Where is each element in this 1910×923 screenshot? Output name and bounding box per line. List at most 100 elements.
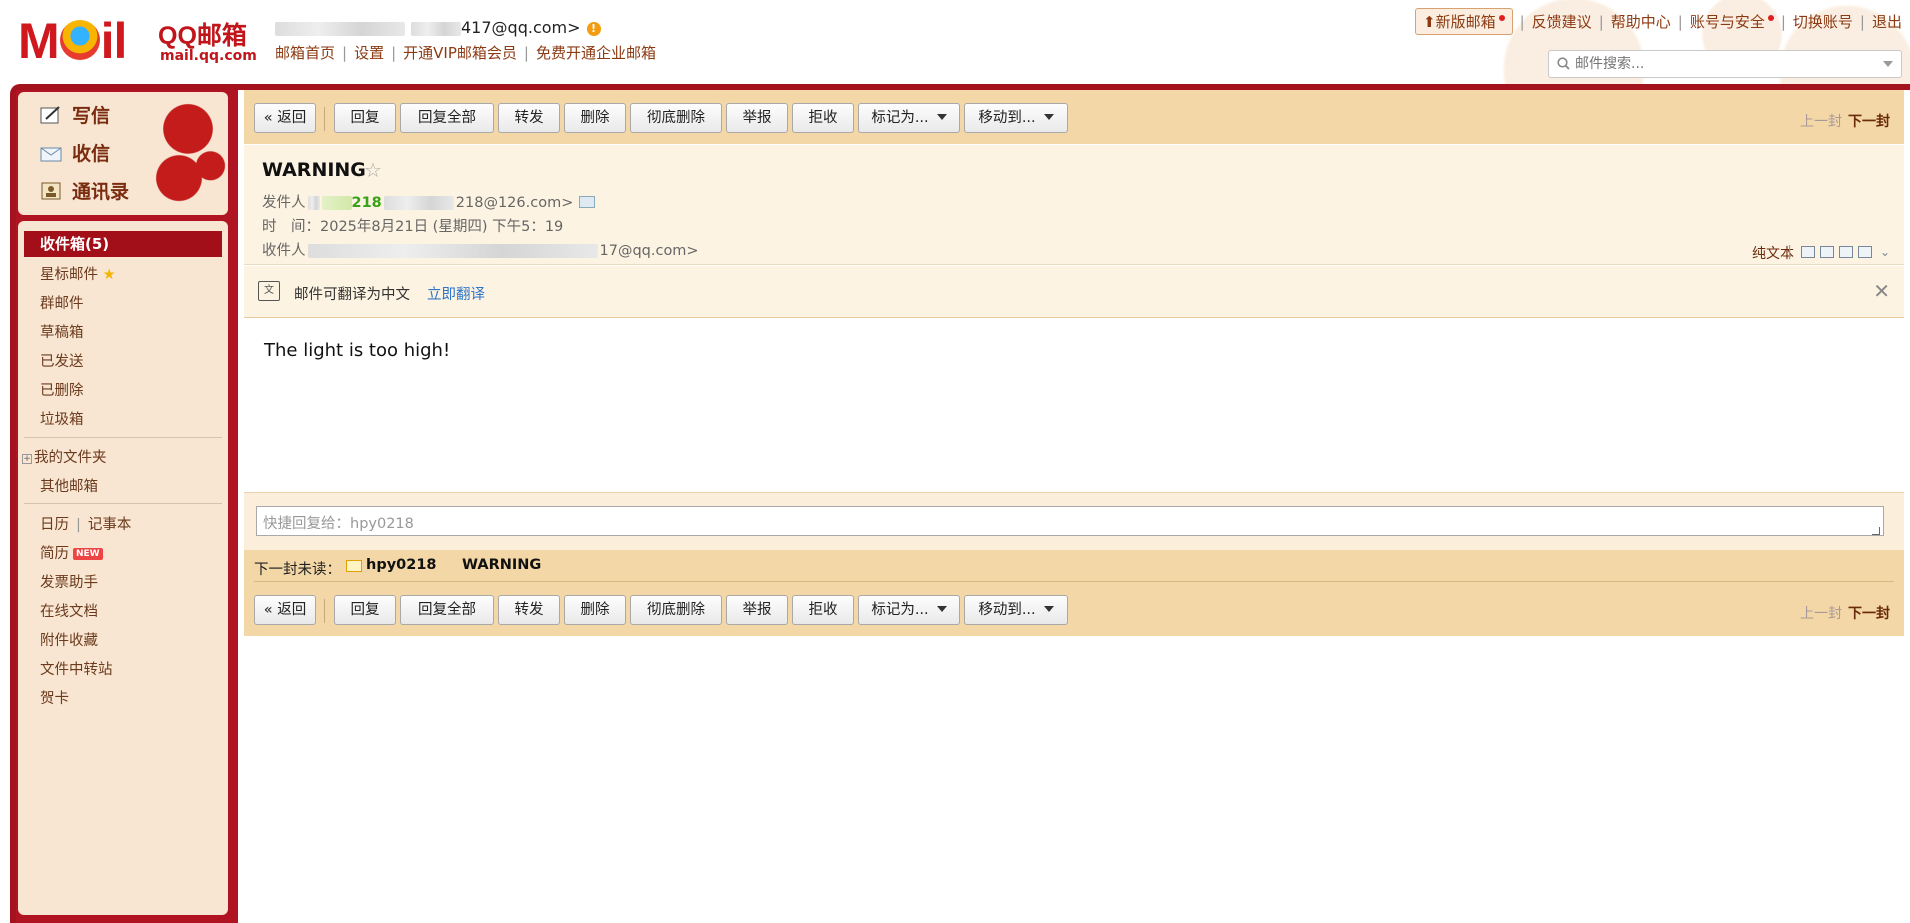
star-icon: ★	[102, 267, 116, 283]
contact-card-icon[interactable]	[579, 196, 596, 208]
translate-now-link[interactable]: 立即翻译	[427, 283, 485, 304]
purge-button[interactable]: 彻底删除	[630, 595, 722, 625]
prev-mail-link[interactable]: 上一封	[1800, 114, 1842, 130]
sidebar-item-deleted[interactable]: 已删除	[40, 379, 84, 400]
new-window-icon[interactable]	[1800, 246, 1815, 258]
back-button[interactable]: « 返回	[254, 103, 316, 133]
move-to-dropdown[interactable]: 移动到...	[964, 103, 1068, 133]
chevron-down-icon	[936, 606, 947, 612]
link-settings[interactable]: 设置	[354, 44, 384, 62]
search-icon	[1557, 57, 1570, 70]
sender-line: 发件人 218 218@126.com>	[262, 191, 596, 212]
next-unread-subject[interactable]: WARNING	[462, 557, 541, 573]
preview-icon[interactable]	[1819, 246, 1834, 258]
sidebar-item-cards[interactable]: 贺卡	[40, 687, 69, 708]
pencil-icon	[40, 106, 60, 124]
sidebar-item-starred[interactable]: 星标邮件 ★	[40, 263, 116, 284]
mail-reader: « 返回 回复 回复全部 转发 删除 彻底删除 举报 拒收 标记为... 移动到…	[244, 90, 1904, 923]
redacted-sender	[321, 196, 352, 210]
next-mail-link[interactable]: 下一封	[1848, 114, 1890, 130]
next-unread-from[interactable]: hpy0218	[366, 557, 437, 573]
account-links: ⬆新版邮箱 | 反馈建议 | 帮助中心 | 账号与安全 | 切换账号 | 退出	[1415, 8, 1902, 35]
recipient-line: 收件人 17@qq.com>	[262, 239, 699, 260]
account-email-suffix: 417@qq.com>	[461, 18, 581, 37]
reply-all-button[interactable]: 回复全部	[400, 103, 494, 133]
contacts-button[interactable]: 通讯录	[40, 178, 129, 206]
link-enterprise[interactable]: 免费开通企业邮箱	[536, 44, 656, 62]
next-mail-link[interactable]: 下一封	[1848, 606, 1890, 622]
sidebar-item-other-mail[interactable]: 其他邮箱	[40, 475, 98, 496]
quick-actions: 写信 收信 通讯录	[18, 92, 228, 215]
purge-button[interactable]: 彻底删除	[630, 103, 722, 133]
mark-as-dropdown[interactable]: 标记为...	[858, 103, 960, 133]
forward-button[interactable]: 转发	[498, 103, 560, 133]
reply-button[interactable]: 回复	[334, 595, 396, 625]
print-icon[interactable]	[1857, 246, 1872, 258]
link-account-security[interactable]: 账号与安全	[1690, 13, 1765, 31]
envelope-icon	[346, 560, 362, 572]
link-switch-account[interactable]: 切换账号	[1793, 13, 1853, 31]
sidebar-item-my-folders[interactable]: + 我的文件夹	[22, 446, 107, 467]
mark-as-dropdown[interactable]: 标记为...	[858, 595, 960, 625]
forward-button[interactable]: 转发	[498, 595, 560, 625]
redacted-account	[411, 21, 461, 36]
logo-domain: mail.qq.com	[160, 48, 257, 64]
link-feedback[interactable]: 反馈建议	[1532, 13, 1592, 31]
delete-button[interactable]: 删除	[564, 103, 626, 133]
report-button[interactable]: 举报	[726, 595, 788, 625]
link-mail-home[interactable]: 邮箱首页	[275, 44, 335, 62]
warning-icon[interactable]: !	[586, 21, 601, 36]
back-button[interactable]: « 返回	[254, 595, 316, 625]
close-icon[interactable]: ✕	[1873, 279, 1890, 303]
download-icon[interactable]	[1838, 246, 1853, 258]
reject-button[interactable]: 拒收	[792, 595, 854, 625]
quick-reply-input[interactable]: 快捷回复给：hpy0218	[256, 506, 1884, 536]
redacted-recipient	[307, 244, 598, 258]
link-help[interactable]: 帮助中心	[1611, 13, 1671, 31]
top-header: Mil QQ邮箱 mail.qq.com 417@qq.com>! 邮箱首页 | 设…	[0, 0, 1910, 86]
reply-all-button[interactable]: 回复全部	[400, 595, 494, 625]
envelope-icon	[40, 147, 62, 162]
folder-nav: 收件箱(5) 星标邮件 ★ 群邮件 草稿箱 已发送 已删除 垃圾箱 + 我的文件夹…	[18, 221, 228, 915]
new-version-button[interactable]: ⬆新版邮箱	[1415, 8, 1513, 35]
sidebar-item-spam[interactable]: 垃圾箱	[40, 408, 84, 429]
link-logout[interactable]: 退出	[1872, 13, 1902, 31]
search-input[interactable]	[1575, 54, 1875, 74]
mail-header: WARNING ☆ 发件人 218 218@126.com> 时 间：2025年8月…	[244, 145, 1904, 265]
qq-mail-logo[interactable]: Mil QQ邮箱 mail.qq.com	[18, 14, 257, 66]
delete-button[interactable]: 删除	[564, 595, 626, 625]
prev-next-nav: 上一封 下一封	[1800, 111, 1890, 131]
sidebar-item-sent[interactable]: 已发送	[40, 350, 84, 371]
chevron-down-icon[interactable]: ⌄	[1880, 245, 1890, 259]
prev-mail-link[interactable]: 上一封	[1800, 606, 1842, 622]
sender-name[interactable]: 218	[352, 195, 382, 211]
move-to-dropdown[interactable]: 移动到...	[964, 595, 1068, 625]
translate-bar: 文 邮件可翻译为中文 立即翻译 ✕	[244, 266, 1904, 318]
mail-search[interactable]	[1548, 50, 1902, 78]
sidebar-item-calendar[interactable]: 日历	[40, 517, 69, 533]
sidebar-item-transfer[interactable]: 文件中转站	[40, 658, 113, 679]
next-unread-bar: 下一封未读： hpy0218 WARNING	[244, 550, 1904, 582]
chevron-down-icon[interactable]	[1883, 61, 1893, 67]
sidebar-item-attachments[interactable]: 附件收藏	[40, 629, 98, 650]
compose-button[interactable]: 写信	[40, 102, 110, 130]
receive-button[interactable]: 收信	[40, 140, 110, 168]
report-button[interactable]: 举报	[726, 103, 788, 133]
sidebar-item-invoice[interactable]: 发票助手	[40, 571, 98, 592]
link-vip[interactable]: 开通VIP邮箱会员	[403, 44, 517, 62]
mail-toolbar-top: « 返回 回复 回复全部 转发 删除 彻底删除 举报 拒收 标记为... 移动到…	[244, 90, 1904, 144]
star-icon[interactable]: ☆	[364, 158, 382, 182]
redacted-account	[275, 21, 405, 36]
sidebar-item-resume[interactable]: 简历 NEW	[40, 542, 103, 563]
resize-handle-icon[interactable]	[1872, 527, 1880, 535]
reply-button[interactable]: 回复	[334, 103, 396, 133]
sidebar-item-notes[interactable]: 记事本	[88, 517, 132, 533]
papercut-decoration	[143, 92, 228, 215]
sidebar-item-group[interactable]: 群邮件	[40, 292, 84, 313]
contacts-icon	[41, 182, 61, 200]
reject-button[interactable]: 拒收	[792, 103, 854, 133]
sidebar-item-inbox[interactable]: 收件箱(5)	[24, 231, 222, 257]
notification-dot	[1498, 15, 1505, 21]
sidebar-item-docs[interactable]: 在线文档	[40, 600, 98, 621]
sidebar-item-drafts[interactable]: 草稿箱	[40, 321, 84, 342]
